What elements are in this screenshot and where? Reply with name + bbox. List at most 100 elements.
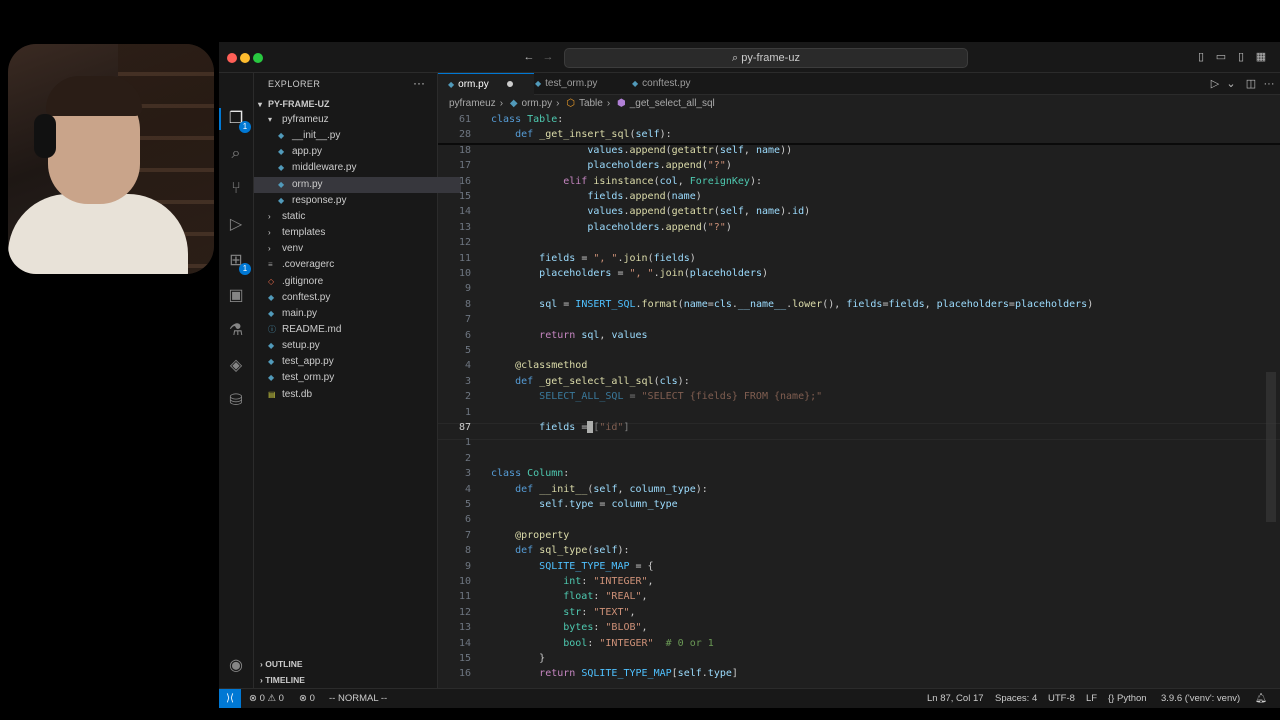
file-tree-item[interactable]: ▾ pyframeuz [254, 112, 451, 128]
file-tree-item[interactable]: ◆ response.py [254, 193, 461, 209]
code-line[interactable]: 10 placeholders = ", ".join(placeholders… [438, 266, 1268, 281]
editor-scrollbar[interactable] [1266, 372, 1276, 522]
code-line[interactable]: 1 [438, 405, 1268, 420]
toggle-panel-icon[interactable]: ▭ [1214, 50, 1228, 64]
file-tree-item[interactable]: ▤ test.db [254, 387, 451, 403]
cursor-position[interactable]: Ln 87, Col 17 [927, 689, 984, 708]
tab-conftest-py[interactable]: ◆ conftest.py [622, 73, 728, 94]
outline-section[interactable]: › OUTLINE [254, 656, 443, 672]
code-line[interactable]: 1 [438, 435, 1268, 450]
run-dropdown-icon[interactable]: ⌄ [1224, 77, 1238, 91]
file-tree-item[interactable]: ◆ orm.py [254, 176, 461, 193]
code-line[interactable]: 14 values.append(getattr(self, name).id) [438, 204, 1268, 219]
search-icon[interactable]: ⌕ [225, 143, 247, 165]
file-tree-item[interactable]: ◆ main.py [254, 306, 451, 322]
sticky-scroll-line[interactable]: 61 class Table: [438, 112, 1268, 128]
code-line[interactable]: 2 SELECT_ALL_SQL = "SELECT {fields} FROM… [438, 389, 1268, 404]
close-window-button[interactable] [227, 53, 237, 63]
split-editor-icon[interactable]: ◫ [1244, 77, 1258, 91]
command-center-search[interactable]: ⌕ py-frame-uz [564, 48, 968, 68]
encoding[interactable]: UTF-8 [1048, 689, 1075, 708]
code-line[interactable]: 16 return SQLITE_TYPE_MAP[self.type] [438, 666, 1268, 681]
code-line[interactable]: 3 def _get_select_all_sql(cls): [438, 374, 1268, 389]
end-of-line[interactable]: LF [1086, 689, 1097, 708]
python-interpreter[interactable]: 3.9.6 ('venv': venv) [1161, 689, 1240, 708]
code-line[interactable]: 9 [438, 281, 1268, 296]
toggle-secondary-sidebar-icon[interactable]: ▯ [1234, 50, 1248, 64]
code-line[interactable]: 8 sql = INSERT_SQL.format(name=cls.__nam… [438, 297, 1268, 312]
extensions-icon[interactable]: ⊞ 1 [225, 250, 251, 275]
code-line[interactable]: 18 values.append(getattr(self, name)) [438, 143, 1268, 158]
code-line[interactable]: 11 fields = ", ".join(fields) [438, 251, 1268, 266]
file-tree-item[interactable]: ◆ test_orm.py [254, 370, 451, 386]
run-file-icon[interactable]: ▷ [1208, 77, 1222, 91]
accounts-icon[interactable]: ◉ [225, 655, 247, 677]
run-debug-icon[interactable]: ▷ [225, 214, 247, 236]
file-tree-item[interactable]: ◆ app.py [254, 144, 461, 160]
code-line[interactable]: 6 return sql, values [438, 328, 1268, 343]
testing-icon[interactable]: ⚗ [225, 320, 247, 342]
code-line[interactable]: 6 [438, 512, 1268, 527]
problems-indicator[interactable]: ⊗ 0 ⚠ 0 [249, 689, 284, 708]
breadcrumb-method[interactable]: _get_select_all_sql [630, 98, 715, 109]
notifications-bell-icon[interactable]: 🔔︎ [1255, 689, 1267, 708]
code-line[interactable]: 12 str: "TEXT", [438, 605, 1268, 620]
code-line[interactable]: 13 bytes: "BLOB", [438, 620, 1268, 635]
language-mode[interactable]: {} Python [1108, 689, 1147, 708]
code-line[interactable]: 8 def sql_type(self): [438, 543, 1268, 558]
code-line[interactable]: 7 @property [438, 528, 1268, 543]
file-tree-item[interactable]: › venv [254, 241, 451, 257]
code-line[interactable]: 15 fields.append(name) [438, 189, 1268, 204]
forward-arrow-icon[interactable]: → [541, 50, 555, 64]
more-editor-actions-icon[interactable]: ··· [1262, 77, 1276, 91]
breadcrumb-file[interactable]: orm.py [522, 98, 553, 109]
more-actions-icon[interactable]: ··· [413, 76, 425, 90]
code-line[interactable]: 4 def __init__(self, column_type): [438, 482, 1268, 497]
file-tree-item[interactable]: › static [254, 209, 451, 225]
file-tree-item[interactable]: ◆ middleware.py [254, 160, 461, 176]
breadcrumb-folder[interactable]: pyframeuz [449, 98, 496, 109]
code-line[interactable]: 2 [438, 451, 1268, 466]
docker-icon[interactable]: ◈ [225, 355, 247, 377]
code-line[interactable]: 7 [438, 312, 1268, 327]
file-tree-item[interactable]: ⓘ README.md [254, 322, 451, 338]
code-line[interactable]: 13 placeholders.append("?") [438, 220, 1268, 235]
file-tree-item[interactable]: ◆ test_app.py [254, 354, 451, 370]
code-editor[interactable]: 61 class Table: 28 def _get_insert_sql(sel… [438, 112, 1268, 687]
code-line[interactable]: 11 float: "REAL", [438, 589, 1268, 604]
file-tree-item[interactable]: ◆ setup.py [254, 338, 451, 354]
code-line[interactable]: 14 bool: "INTEGER" # 0 or 1 [438, 636, 1268, 651]
sticky-scroll-line[interactable]: 28 def _get_insert_sql(self): [438, 127, 1268, 143]
code-line[interactable]: 15 } [438, 651, 1268, 666]
file-tree-item[interactable]: › templates [254, 225, 451, 241]
indentation[interactable]: Spaces: 4 [995, 689, 1037, 708]
code-line[interactable]: 17 placeholders.append("?") [438, 158, 1268, 173]
unsaved-dot-icon[interactable] [506, 81, 513, 88]
timeline-section[interactable]: › TIMELINE [254, 672, 443, 688]
remote-explorer-icon[interactable]: ▣ [225, 285, 247, 307]
code-line[interactable]: 4 @classmethod [438, 358, 1268, 373]
code-line[interactable]: 16 elif isinstance(col, ForeignKey): [438, 174, 1268, 189]
customize-layout-icon[interactable]: ▦ [1254, 50, 1268, 64]
tab-orm-py[interactable]: ◆ orm.py [438, 73, 534, 95]
remote-indicator-icon[interactable]: ⟩⟨ [219, 689, 241, 708]
tree-root[interactable]: ▾ PY-FRAME-UZ [254, 96, 441, 112]
explorer-icon[interactable]: ❐ 1 [225, 108, 251, 133]
ports-indicator[interactable]: ⊗ 0 [299, 689, 315, 708]
back-arrow-icon[interactable]: ← [522, 50, 536, 64]
tab-test-orm-py[interactable]: ◆ test_orm.py [525, 73, 631, 94]
code-line[interactable]: 5 self.type = column_type [438, 497, 1268, 512]
code-line[interactable]: 87 fields = ["id"] [438, 420, 1268, 435]
file-tree-item[interactable]: ◆ conftest.py [254, 290, 451, 306]
code-line[interactable]: 9 SQLITE_TYPE_MAP = { [438, 559, 1268, 574]
maximize-window-button[interactable] [253, 53, 263, 63]
toggle-sidebar-icon[interactable]: ▯ [1194, 50, 1208, 64]
file-tree-item[interactable]: ◇ .gitignore [254, 274, 451, 290]
minimize-window-button[interactable] [240, 53, 250, 63]
code-line[interactable]: 5 [438, 343, 1268, 358]
file-tree-item[interactable]: ◆ __init__.py [254, 128, 461, 144]
breadcrumb-class[interactable]: Table [579, 98, 603, 109]
code-line[interactable]: 3 class Column: [438, 466, 1268, 481]
code-line[interactable]: 12 [438, 235, 1268, 250]
code-line[interactable]: 10 int: "INTEGER", [438, 574, 1268, 589]
